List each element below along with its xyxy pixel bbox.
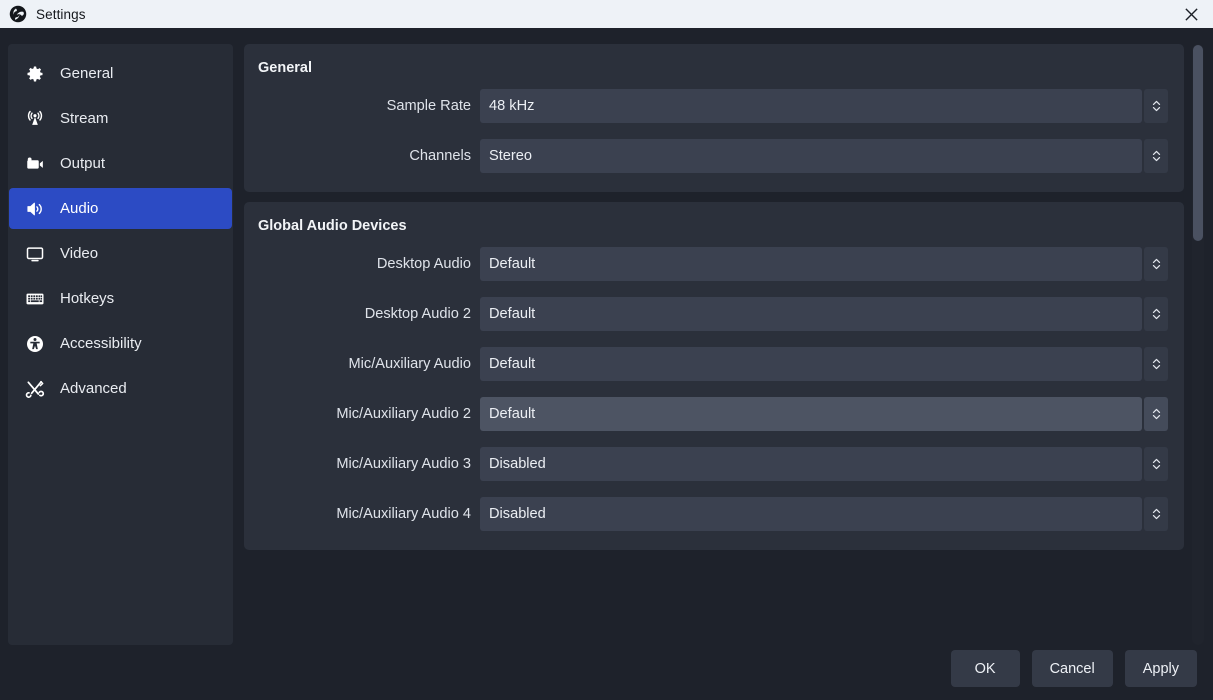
field-row-sample-rate: Sample Rate 48 kHz — [256, 88, 1168, 124]
chevron-updown-icon[interactable] — [1144, 247, 1168, 281]
field-label: Mic/Auxiliary Audio 3 — [336, 456, 471, 472]
sidebar-item-output[interactable]: Output — [9, 143, 232, 184]
group-general: General Sample Rate 48 kHz Channels Ster… — [244, 44, 1184, 192]
chevron-updown-icon[interactable] — [1144, 297, 1168, 331]
video-camera-icon — [24, 153, 46, 175]
settings-window: Settings General Stream Output Audio Vid… — [0, 0, 1213, 700]
ok-button[interactable]: OK — [950, 650, 1020, 687]
obs-logo-icon — [9, 5, 27, 23]
dialog-button-bar: OK Cancel Apply — [950, 650, 1197, 687]
dropdown-value: Disabled — [480, 447, 1142, 481]
field-row-desktop-audio-2: Desktop Audio 2 Default — [256, 296, 1168, 332]
content-scrollbar[interactable] — [1192, 44, 1204, 645]
field-row-mic-auxiliary-audio-4: Mic/Auxiliary Audio 4 Disabled — [256, 496, 1168, 532]
sidebar-item-label: Accessibility — [60, 335, 142, 352]
sidebar: General Stream Output Audio Video Hotkey… — [8, 44, 233, 645]
sidebar-item-audio[interactable]: Audio — [9, 188, 232, 229]
field-row-mic-auxiliary-audio-2: Mic/Auxiliary Audio 2 Default — [256, 396, 1168, 432]
scrollbar-thumb[interactable] — [1193, 45, 1203, 241]
mic-auxiliary-audio-4-dropdown[interactable]: Disabled — [480, 497, 1168, 531]
dropdown-value: Default — [480, 247, 1142, 281]
monitor-icon — [24, 243, 46, 265]
sidebar-item-label: Advanced — [60, 380, 127, 397]
cancel-button[interactable]: Cancel — [1031, 650, 1113, 687]
sample-rate-dropdown[interactable]: 48 kHz — [480, 89, 1168, 123]
sidebar-item-video[interactable]: Video — [9, 233, 232, 274]
keyboard-icon — [24, 288, 46, 310]
chevron-updown-icon[interactable] — [1144, 89, 1168, 123]
desktop-audio-dropdown[interactable]: Default — [480, 247, 1168, 281]
sidebar-item-label: Video — [60, 245, 99, 262]
field-label: Desktop Audio — [376, 256, 471, 272]
field-label: Mic/Auxiliary Audio 4 — [336, 506, 471, 522]
sidebar-item-label: General — [60, 65, 114, 82]
field-label: Mic/Auxiliary Audio 2 — [336, 406, 471, 422]
chevron-updown-icon[interactable] — [1144, 397, 1168, 431]
sidebar-item-advanced[interactable]: Advanced — [9, 368, 232, 409]
chevron-updown-icon[interactable] — [1144, 139, 1168, 173]
group-title: General — [258, 60, 312, 76]
sidebar-item-general[interactable]: General — [9, 53, 232, 94]
broadcast-icon — [24, 108, 46, 130]
apply-button[interactable]: Apply — [1124, 650, 1197, 687]
mic-auxiliary-audio-3-dropdown[interactable]: Disabled — [480, 447, 1168, 481]
group-global-audio-devices: Global Audio Devices Desktop Audio Defau… — [244, 202, 1184, 550]
titlebar: Settings — [0, 0, 1213, 28]
speaker-icon — [24, 198, 46, 220]
sidebar-item-stream[interactable]: Stream — [9, 98, 232, 139]
channels-dropdown[interactable]: Stereo — [480, 139, 1168, 173]
field-label: Sample Rate — [386, 98, 471, 114]
field-row-channels: Channels Stereo — [256, 138, 1168, 174]
field-label: Desktop Audio 2 — [364, 306, 471, 322]
mic-auxiliary-audio-dropdown[interactable]: Default — [480, 347, 1168, 381]
mic-auxiliary-audio-2-dropdown[interactable]: Default — [480, 397, 1168, 431]
sidebar-item-hotkeys[interactable]: Hotkeys — [9, 278, 232, 319]
field-label: Mic/Auxiliary Audio — [348, 356, 471, 372]
field-label: Channels — [409, 148, 471, 164]
sidebar-item-accessibility[interactable]: Accessibility — [9, 323, 232, 364]
field-row-mic-auxiliary-audio-3: Mic/Auxiliary Audio 3 Disabled — [256, 446, 1168, 482]
tools-icon — [24, 378, 46, 400]
sidebar-item-label: Hotkeys — [60, 290, 115, 307]
dropdown-value: Default — [480, 347, 1142, 381]
dropdown-value: Stereo — [480, 139, 1142, 173]
field-row-desktop-audio: Desktop Audio Default — [256, 246, 1168, 282]
sidebar-item-label: Audio — [60, 200, 99, 217]
chevron-updown-icon[interactable] — [1144, 497, 1168, 531]
settings-content: General Sample Rate 48 kHz Channels Ster… — [244, 44, 1184, 645]
dropdown-value: Disabled — [480, 497, 1142, 531]
dropdown-value: Default — [480, 397, 1142, 431]
chevron-updown-icon[interactable] — [1144, 347, 1168, 381]
chevron-updown-icon[interactable] — [1144, 447, 1168, 481]
sidebar-item-label: Stream — [60, 110, 109, 127]
close-icon[interactable] — [1169, 0, 1213, 28]
dropdown-value: Default — [480, 297, 1142, 331]
dropdown-value: 48 kHz — [480, 89, 1142, 123]
group-title: Global Audio Devices — [258, 218, 407, 234]
desktop-audio-2-dropdown[interactable]: Default — [480, 297, 1168, 331]
field-row-mic-auxiliary-audio: Mic/Auxiliary Audio Default — [256, 346, 1168, 382]
sidebar-item-label: Output — [60, 155, 106, 172]
gear-icon — [24, 63, 46, 85]
window-title: Settings — [36, 6, 86, 22]
accessibility-icon — [24, 333, 46, 355]
